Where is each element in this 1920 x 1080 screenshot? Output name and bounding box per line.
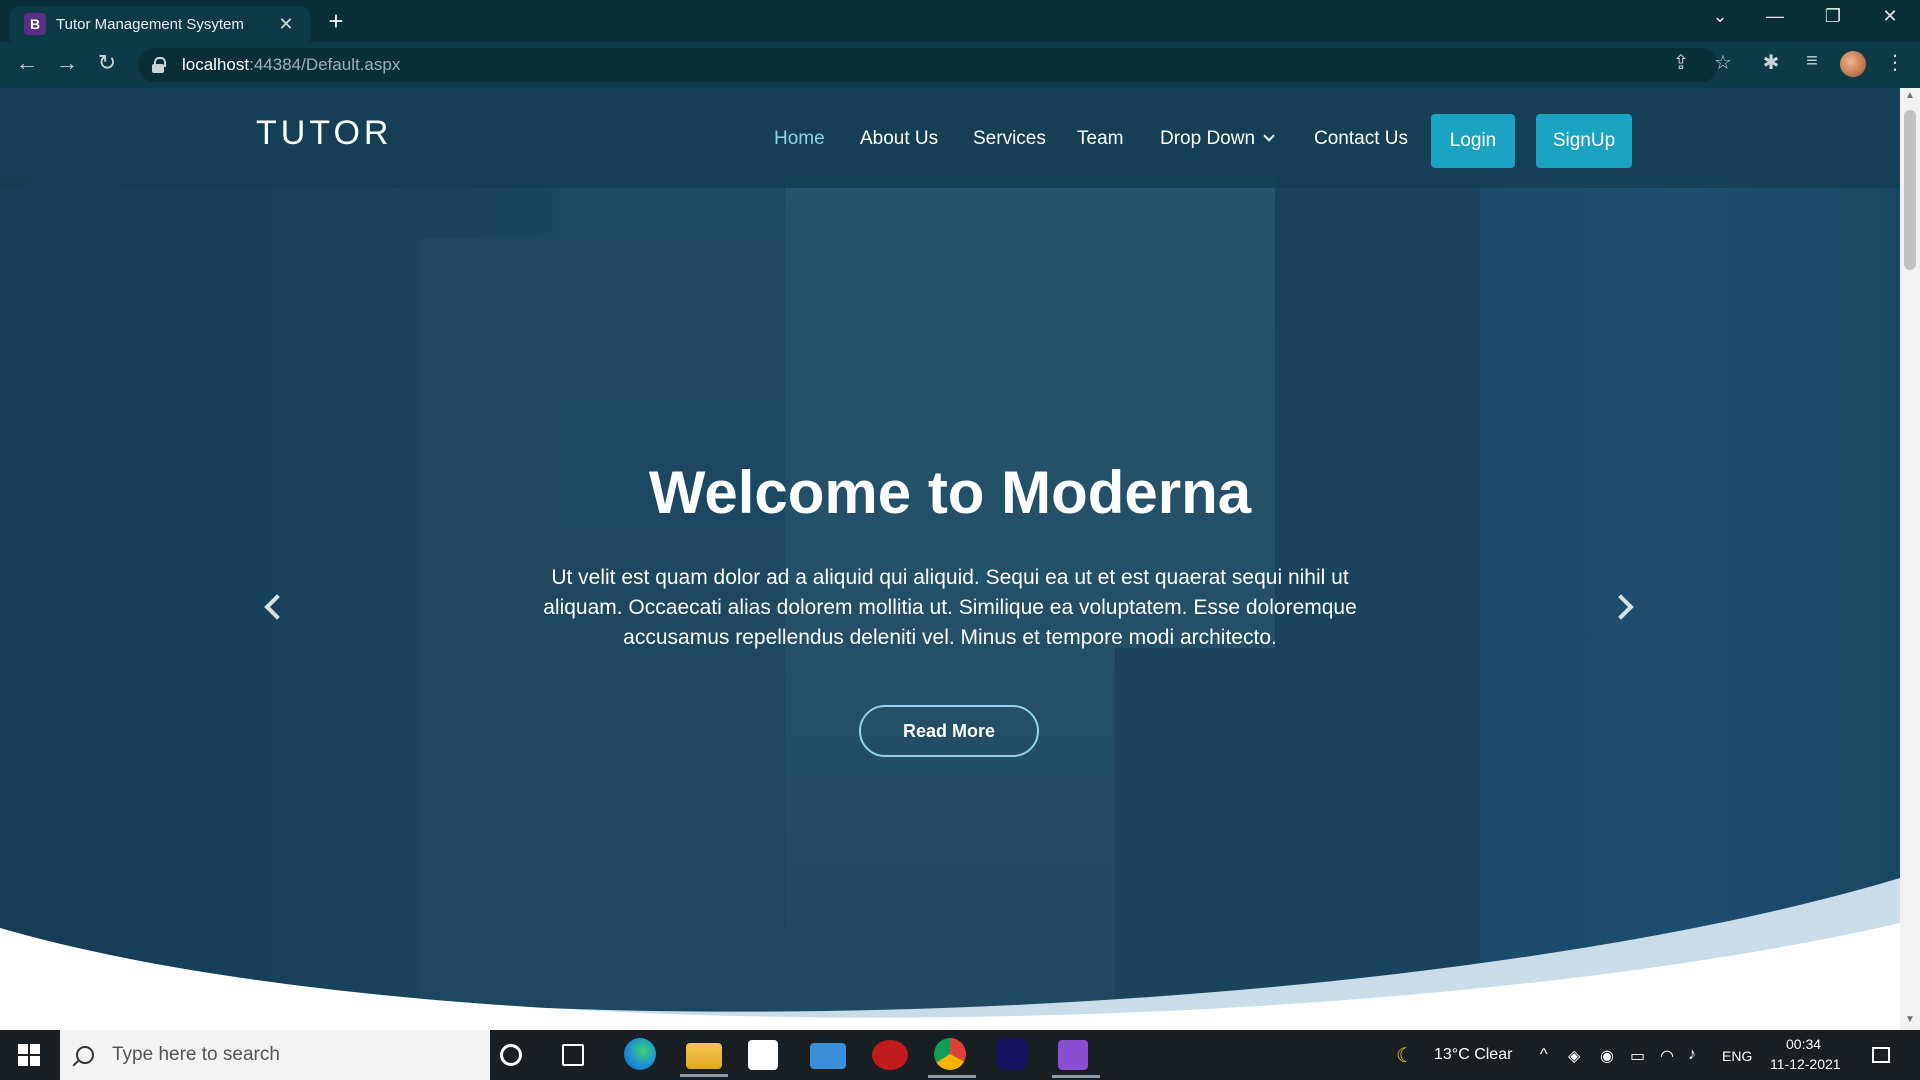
edge-icon[interactable] <box>624 1038 656 1070</box>
wifi-icon[interactable]: ◠ <box>1660 1046 1674 1066</box>
chrome-icon[interactable] <box>928 1038 976 1078</box>
restore-button[interactable]: ❐ <box>1813 6 1853 27</box>
language-indicator[interactable]: ENG <box>1722 1048 1752 1064</box>
url-host: localhost <box>182 55 250 74</box>
hero-section: TUTOR Home About Us Services Team Drop D… <box>0 88 1900 1030</box>
network-drive-icon[interactable]: ◈ <box>1568 1046 1580 1066</box>
page-viewport: TUTOR Home About Us Services Team Drop D… <box>0 88 1900 1030</box>
tab-title: Tutor Management Sysytem <box>56 15 244 33</box>
browser-tab[interactable]: B Tutor Management Sysytem ✕ <box>10 6 310 42</box>
file-explorer-icon[interactable] <box>680 1043 728 1077</box>
meet-now-icon[interactable]: ◉ <box>1600 1046 1614 1066</box>
star-icon[interactable]: ☆ <box>1708 50 1738 75</box>
nav-team[interactable]: Team <box>1077 128 1123 150</box>
task-view-icon[interactable] <box>562 1044 584 1066</box>
read-more-button[interactable]: Read More <box>859 705 1039 757</box>
lock-icon[interactable] <box>152 57 166 73</box>
bootstrap-favicon-icon: B <box>24 13 46 35</box>
share-icon[interactable]: ⇪ <box>1666 50 1696 75</box>
reload-icon[interactable]: ↻ <box>92 50 122 76</box>
address-bar[interactable]: localhost :44384/Default.aspx <box>138 48 1718 82</box>
scroll-up-icon[interactable]: ▲ <box>1900 90 1920 101</box>
chevron-down-icon <box>1263 130 1275 142</box>
taskbar-search-box[interactable]: Type here to search <box>60 1030 490 1080</box>
store-icon[interactable] <box>748 1040 778 1070</box>
login-button[interactable]: Login <box>1431 114 1515 168</box>
new-tab-button[interactable]: + <box>322 8 350 34</box>
carousel-prev-icon[interactable] <box>260 588 290 628</box>
clock-date[interactable]: 11-12-2021 <box>1770 1056 1841 1072</box>
scroll-thumb[interactable] <box>1904 110 1916 270</box>
volume-icon[interactable]: ♪ <box>1688 1046 1696 1064</box>
app-red-icon[interactable] <box>872 1040 908 1070</box>
scroll-down-icon[interactable]: ▼ <box>1900 1014 1920 1025</box>
moon-weather-icon: ☾ <box>1396 1045 1414 1067</box>
url-path: :44384/Default.aspx <box>249 55 401 74</box>
nav-contact-us[interactable]: Contact Us <box>1314 128 1408 150</box>
windows-start-icon[interactable] <box>18 1044 40 1066</box>
battery-icon[interactable]: ▭ <box>1630 1046 1645 1066</box>
hero-text: Ut velit est quam dolor ad a aliquid qui… <box>543 566 1357 649</box>
close-window-button[interactable]: ✕ <box>1870 6 1910 27</box>
site-header: TUTOR Home About Us Services Team Drop D… <box>0 88 1900 188</box>
mail-icon[interactable] <box>810 1043 846 1069</box>
hero-title: Welcome to Moderna <box>648 459 1252 526</box>
browser-menu-icon[interactable]: ⋮ <box>1880 50 1910 75</box>
nav-drop-down-label: Drop Down <box>1160 128 1256 149</box>
search-icon <box>76 1046 94 1064</box>
signup-button[interactable]: SignUp <box>1536 114 1632 168</box>
search-placeholder: Type here to search <box>112 1044 280 1065</box>
hero-wave <box>0 878 1900 1030</box>
nav-services[interactable]: Services <box>973 128 1046 150</box>
back-icon[interactable]: ← <box>12 50 42 76</box>
site-logo[interactable]: TUTOR <box>256 114 392 153</box>
tray-chevron-icon[interactable]: ^ <box>1540 1046 1548 1064</box>
nav-about-us[interactable]: About Us <box>860 128 938 150</box>
extensions-icon[interactable]: ✱ <box>1756 50 1786 75</box>
cortana-icon[interactable] <box>500 1044 522 1066</box>
visual-studio-icon[interactable] <box>1052 1040 1100 1078</box>
tab-strip: B Tutor Management Sysytem ✕ + ⌄ — ❐ ✕ <box>0 0 1920 42</box>
webex-icon[interactable] <box>996 1038 1028 1070</box>
carousel-next-icon[interactable] <box>1608 588 1640 628</box>
close-tab-icon[interactable]: ✕ <box>276 14 296 35</box>
clock-time[interactable]: 00:34 <box>1786 1036 1821 1052</box>
minimize-button[interactable]: — <box>1755 6 1795 27</box>
weather-text[interactable]: 13°C Clear <box>1434 1046 1512 1064</box>
notification-icon[interactable] <box>1872 1047 1890 1063</box>
windows-taskbar: Type here to search ☾ 13°C Clear ^ ◈ ◉ ▭… <box>0 1030 1920 1080</box>
tab-search-icon[interactable]: ⌄ <box>1700 6 1740 27</box>
media-control-icon[interactable]: ≡ <box>1797 50 1827 73</box>
nav-home[interactable]: Home <box>774 128 825 150</box>
nav-drop-down[interactable]: Drop Down <box>1160 128 1275 150</box>
forward-icon[interactable]: → <box>52 50 82 76</box>
profile-avatar[interactable] <box>1840 51 1866 77</box>
